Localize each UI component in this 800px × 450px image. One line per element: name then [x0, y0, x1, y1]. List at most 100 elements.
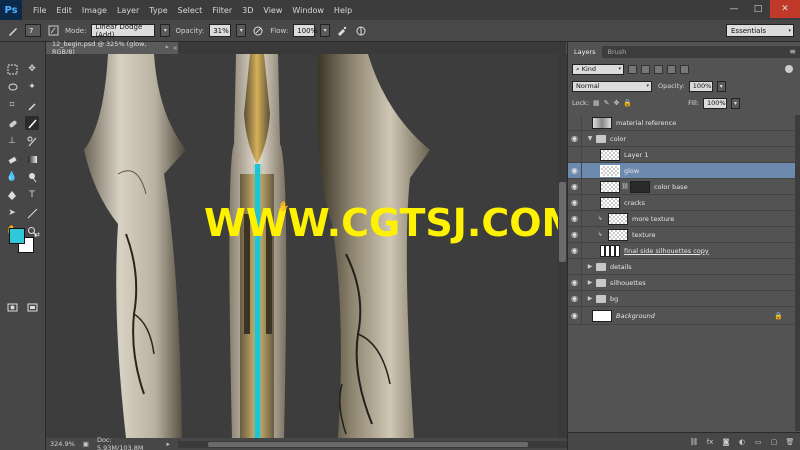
menu-image[interactable]: Image	[77, 6, 112, 15]
zoom-level[interactable]: 324.9%	[50, 440, 75, 448]
magic-wand-tool-icon[interactable]: ✦	[25, 80, 39, 94]
layer-row-details-group[interactable]: ◉ ▶ details	[568, 258, 795, 275]
adjustment-layer-icon[interactable]: ◐	[737, 438, 747, 446]
menu-3d[interactable]: 3D	[237, 6, 258, 15]
canvas-vertical-scroll-thumb[interactable]	[559, 182, 566, 262]
group-expand-icon[interactable]: ▶	[586, 295, 594, 302]
mode-select[interactable]: Linear Dodge (Add)	[91, 23, 156, 39]
layer-row-final-side-silhouettes-copy[interactable]: ◉ final side silhouettes copy	[568, 242, 795, 259]
screen-mode-icon[interactable]	[25, 300, 39, 314]
pressure-size-icon[interactable]	[354, 24, 368, 38]
status-menu-icon[interactable]: ▣	[83, 440, 89, 448]
clone-stamp-tool-icon[interactable]: ⊥	[5, 134, 19, 148]
status-arrow-icon[interactable]: ▸	[167, 440, 170, 448]
visibility-toggle-icon[interactable]: ◉	[568, 226, 582, 243]
brush-tool-preset-icon[interactable]	[6, 24, 20, 38]
visibility-toggle-icon[interactable]: ◉	[568, 178, 582, 195]
visibility-toggle-icon[interactable]: ◉	[568, 114, 582, 131]
visibility-toggle-icon[interactable]: ◉	[568, 258, 582, 275]
flow-slider-arrow-icon[interactable]: ▾	[320, 24, 331, 37]
lasso-tool-icon[interactable]	[5, 80, 19, 94]
visibility-toggle-icon[interactable]: ◉	[568, 242, 582, 259]
close-button[interactable]: ✕	[770, 0, 800, 18]
tab-layers[interactable]: Layers	[568, 46, 602, 58]
fill-field[interactable]: 100%	[702, 97, 727, 109]
menu-select[interactable]: Select	[173, 6, 208, 15]
type-tool-icon[interactable]: T	[25, 188, 39, 202]
mode-dropdown-arrow-icon[interactable]: ▾	[160, 24, 171, 37]
new-group-icon[interactable]: ▭	[753, 438, 763, 446]
layer-row-texture[interactable]: ◉ ↳ texture	[568, 226, 795, 243]
maximize-button[interactable]: □	[746, 0, 770, 18]
group-expand-icon[interactable]: ▶	[586, 279, 594, 286]
menu-type[interactable]: Type	[144, 6, 172, 15]
canvas-horizontal-scrollbar[interactable]	[177, 440, 567, 448]
opacity-slider-arrow-icon[interactable]: ▾	[236, 24, 247, 37]
pen-tool-icon[interactable]	[5, 188, 19, 202]
healing-brush-tool-icon[interactable]	[5, 116, 19, 130]
layer-opacity-arrow-icon[interactable]: ▾	[716, 80, 726, 92]
layer-row-more-texture[interactable]: ◉ ↳ more texture	[568, 210, 795, 227]
filter-type-icon[interactable]	[654, 64, 663, 74]
brush-size-field[interactable]: 7	[25, 24, 41, 37]
move-tool-icon[interactable]: ✥	[25, 62, 39, 76]
mask-link-icon[interactable]: ⛓	[621, 183, 629, 190]
menu-help[interactable]: Help	[329, 6, 357, 15]
filter-smart-object-icon[interactable]	[680, 64, 689, 74]
layer-row-glow[interactable]: ◉ glow	[568, 162, 795, 179]
layer-row-color-group[interactable]: ◉ ▼ color	[568, 130, 795, 147]
swap-colors-icon[interactable]: ⇄	[30, 228, 44, 242]
visibility-toggle-icon[interactable]: ◉	[568, 162, 582, 179]
visibility-toggle-icon[interactable]: ◉	[568, 146, 582, 163]
group-expand-icon[interactable]: ▼	[586, 135, 594, 142]
layer-row-layer-1[interactable]: ◉ Layer 1	[568, 146, 795, 163]
workspace-switcher[interactable]: Essentials ▾	[726, 24, 794, 37]
menu-layer[interactable]: Layer	[112, 6, 144, 15]
panel-menu-icon[interactable]: ≡	[789, 47, 796, 56]
fill-arrow-icon[interactable]: ▾	[730, 97, 740, 109]
brush-tool-icon[interactable]	[25, 116, 39, 130]
quick-mask-icon[interactable]	[5, 300, 19, 314]
eraser-tool-icon[interactable]	[5, 152, 19, 166]
add-mask-icon[interactable]: ◙	[721, 438, 731, 446]
menu-view[interactable]: View	[258, 6, 287, 15]
filter-adjustment-icon[interactable]	[641, 64, 650, 74]
visibility-toggle-icon[interactable]: ◉	[568, 274, 582, 291]
lock-transparent-icon[interactable]: ▦	[593, 99, 600, 107]
layer-row-color-base[interactable]: ◉ ⛓ color base	[568, 178, 795, 195]
gradient-tool-icon[interactable]	[25, 152, 39, 166]
document-tab-close-icon[interactable]: ×	[173, 44, 178, 52]
new-layer-icon[interactable]: ▢	[769, 438, 779, 446]
visibility-toggle-icon[interactable]: ◉	[568, 194, 582, 211]
visibility-toggle-icon[interactable]: ◉	[568, 210, 582, 227]
tab-brush[interactable]: Brush	[602, 46, 633, 58]
pressure-opacity-icon[interactable]	[251, 24, 265, 38]
airbrush-icon[interactable]	[335, 24, 349, 38]
lock-image-icon[interactable]: ✎	[604, 99, 610, 107]
layer-row-bg-group[interactable]: ◉ ▶ bg	[568, 290, 795, 307]
brush-panel-toggle-icon[interactable]	[46, 24, 60, 38]
visibility-toggle-icon[interactable]: ◉	[568, 306, 582, 325]
opacity-field[interactable]: 31%	[209, 24, 232, 37]
layer-row-background[interactable]: ◉ Background 🔒	[568, 306, 795, 325]
link-layers-icon[interactable]: ⛓	[689, 438, 699, 446]
lock-position-icon[interactable]: ✥	[614, 99, 620, 107]
layer-row-silhouettes-group[interactable]: ◉ ▶ silhouettes	[568, 274, 795, 291]
kind-filter-select[interactable]: ⌕ Kind ▾	[572, 63, 624, 75]
lock-all-icon[interactable]: 🔒	[623, 99, 632, 107]
dodge-tool-icon[interactable]	[25, 170, 39, 184]
menu-file[interactable]: File	[28, 6, 51, 15]
canvas-vertical-scrollbar[interactable]	[558, 54, 567, 438]
flow-field[interactable]: 100%	[293, 24, 317, 37]
group-expand-icon[interactable]: ▶	[586, 263, 594, 270]
delete-layer-icon[interactable]: 🗑	[785, 438, 795, 446]
menu-filter[interactable]: Filter	[207, 6, 237, 15]
menu-window[interactable]: Window	[287, 6, 329, 15]
layers-scrollbar[interactable]	[795, 115, 800, 431]
layer-row-material-reference[interactable]: ◉ material reference	[568, 114, 795, 131]
filter-toggle-icon[interactable]	[785, 65, 793, 73]
visibility-toggle-icon[interactable]: ◉	[568, 130, 582, 147]
marquee-tool-icon[interactable]	[5, 62, 19, 76]
document-canvas[interactable]: WWW.CGTSJ.COM ✋	[46, 54, 558, 438]
minimize-button[interactable]: —	[722, 0, 746, 18]
